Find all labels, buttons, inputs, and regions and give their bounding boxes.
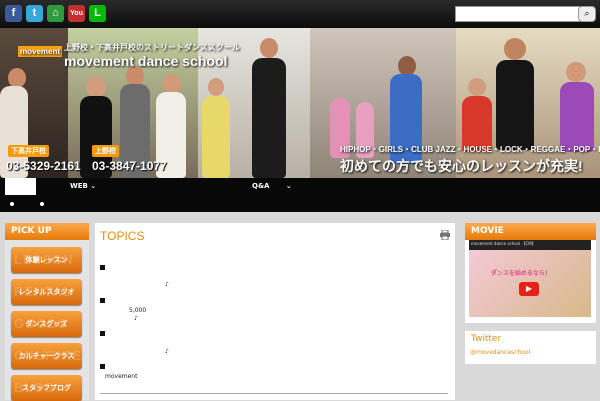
slider-dot-2[interactable] bbox=[40, 202, 44, 206]
chevron-down-icon: ⌄ bbox=[90, 182, 97, 190]
topic-bullet bbox=[100, 364, 105, 369]
hero-banner: movement 上野校・下高井戸校のストリートダンススクール movement… bbox=[0, 28, 600, 178]
topic-text: ♪ bbox=[165, 281, 169, 288]
rental-studio-button[interactable]: RENTAL レンタルスタジオ bbox=[11, 279, 82, 305]
main-nav: WEB ⌄ Q&A ⌄ bbox=[0, 178, 600, 212]
print-icon[interactable] bbox=[440, 230, 450, 240]
home-icon[interactable]: ⌂ bbox=[47, 5, 64, 22]
topic-bullet bbox=[100, 265, 105, 270]
nav-home-block[interactable] bbox=[5, 178, 36, 195]
topic-text: 5,000 bbox=[129, 307, 147, 314]
twitter-handle-link[interactable]: @movedanceschool bbox=[470, 349, 530, 356]
topics-panel: TOPICS ♪ 5,000 ♪ ♪ movement bbox=[95, 223, 455, 400]
genre-list: HIPHOP・GIRLS・CLUB JAZZ・HOUSE・LOCK・REGGAE… bbox=[340, 145, 600, 154]
trial-lesson-button[interactable]: LESSON 体験レッスン bbox=[11, 247, 82, 273]
tagline: 上野校・下高井戸校のストリートダンススクール bbox=[64, 43, 240, 52]
nav-item-qa[interactable]: Q&A ⌄ bbox=[252, 182, 292, 190]
chevron-down-icon: ⌄ bbox=[285, 182, 292, 190]
staff-blog-button[interactable]: BLOG スタッフブログ bbox=[11, 375, 82, 401]
top-bar: f t ⌂ You L ⌕ bbox=[0, 0, 600, 28]
search-input[interactable] bbox=[455, 6, 580, 22]
slider-dot-1[interactable] bbox=[10, 202, 14, 206]
dance-goods-button[interactable]: GOODS ダンスグッズ bbox=[11, 311, 82, 337]
youtube-icon[interactable]: You bbox=[68, 5, 85, 22]
search-button[interactable]: ⌕ bbox=[578, 6, 596, 22]
phone-ueno[interactable]: 03-3847-1077 bbox=[92, 159, 167, 173]
pickup-title: PICK UP bbox=[5, 223, 89, 240]
topic-text: ♪ bbox=[134, 315, 138, 322]
school-badge-shimotakaido: 下高井戸校 bbox=[8, 145, 49, 157]
school-badge-ueno: 上野校 bbox=[92, 145, 119, 157]
logo[interactable]: movement bbox=[18, 46, 63, 57]
search-icon: ⌕ bbox=[584, 9, 590, 19]
play-icon[interactable]: ▶ bbox=[519, 282, 539, 296]
movie-title: MOVIE bbox=[465, 223, 596, 240]
brand-name: movement dance school bbox=[64, 53, 228, 69]
nav-item-web[interactable]: WEB ⌄ bbox=[70, 182, 96, 190]
twitter-icon[interactable]: t bbox=[26, 5, 43, 22]
topic-text: movement bbox=[105, 373, 138, 380]
phone-shimotakaido[interactable]: 03-5329-2161 bbox=[6, 159, 81, 173]
video-caption: ダンスを始めるなら! bbox=[491, 270, 548, 277]
divider bbox=[100, 393, 448, 394]
page-title: TOPICS bbox=[100, 229, 145, 243]
banner-headline: 初めての方でも安心のレッスンが充実! bbox=[340, 158, 583, 174]
culture-class-button[interactable]: CULTURE カルチャークラス bbox=[11, 343, 82, 369]
video-title: movement dance school 【CM】 bbox=[471, 241, 536, 246]
twitter-panel: @movedanceschool bbox=[465, 346, 596, 364]
line-icon[interactable]: L bbox=[89, 5, 106, 22]
topic-text: ♪ bbox=[165, 348, 169, 355]
video-player[interactable]: movement dance school 【CM】 ダンスを始めるなら! ▶ bbox=[469, 240, 591, 317]
topic-bullet bbox=[100, 298, 105, 303]
facebook-icon[interactable]: f bbox=[5, 5, 22, 22]
topic-bullet bbox=[100, 331, 105, 336]
